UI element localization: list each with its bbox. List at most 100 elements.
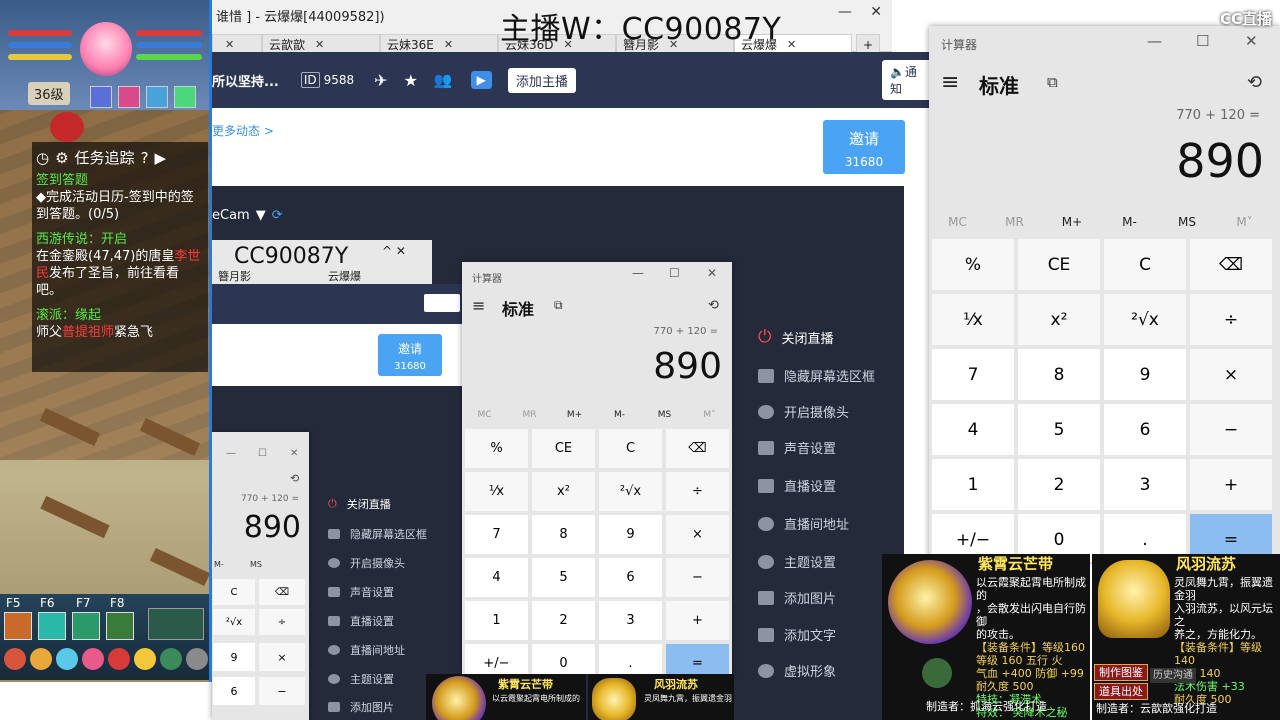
pagoda-icon[interactable] bbox=[148, 608, 204, 640]
calc-key-multiply: × bbox=[665, 514, 730, 555]
calc-key-clear-entry[interactable]: CE bbox=[1017, 238, 1101, 291]
buff-icon[interactable] bbox=[118, 86, 140, 108]
minimize-button[interactable]: — bbox=[1147, 32, 1162, 50]
plane-icon[interactable]: ✈ bbox=[374, 71, 387, 90]
menu-sound[interactable]: 声音设置 bbox=[758, 438, 836, 457]
action-icon[interactable] bbox=[82, 648, 104, 670]
task-title[interactable]: 滚派：缘起 bbox=[36, 307, 204, 324]
refresh-icon[interactable]: ⟳ bbox=[272, 208, 283, 223]
notification-icon[interactable] bbox=[108, 648, 130, 670]
buff-icon[interactable] bbox=[146, 86, 168, 108]
memory-list-button[interactable]: M˅ bbox=[1216, 212, 1273, 232]
character-avatar[interactable] bbox=[80, 22, 132, 76]
group-icon[interactable]: 👥 bbox=[434, 71, 453, 89]
memory-subtract-button[interactable]: M- bbox=[1101, 212, 1158, 232]
calc-key-subtract[interactable]: − bbox=[1189, 403, 1273, 456]
calc-key-square-root: ²√x bbox=[598, 471, 663, 512]
calc-key-six[interactable]: 6 bbox=[1103, 403, 1187, 456]
memory-store-button[interactable]: MS bbox=[1158, 212, 1216, 232]
clock-icon[interactable]: ◷ bbox=[36, 149, 49, 167]
skill-slot-f8[interactable] bbox=[106, 612, 134, 640]
calc-key-three[interactable]: 3 bbox=[1103, 458, 1187, 511]
sliders-icon bbox=[328, 616, 340, 626]
close-icon[interactable]: ✕ bbox=[225, 38, 234, 51]
task-tracker-header: ◷ ⚙ 任务追踪 ? ▶ bbox=[36, 144, 204, 172]
skill-slot-f6[interactable] bbox=[38, 612, 66, 640]
buff-icon[interactable] bbox=[174, 86, 196, 108]
close-button[interactable]: ✕ bbox=[1245, 32, 1258, 50]
skill-slot-f7[interactable] bbox=[72, 612, 100, 640]
maximize-button[interactable]: ☐ bbox=[1196, 32, 1209, 50]
new-tab-button[interactable]: + bbox=[856, 34, 880, 54]
add-anchor-button[interactable]: 添加主播 bbox=[507, 67, 576, 93]
menu-live-settings[interactable]: 直播设置 bbox=[758, 476, 836, 495]
hamburger-menu-button[interactable]: ≡ bbox=[941, 70, 959, 95]
minimize-icon[interactable]: — bbox=[838, 4, 852, 20]
close-icon[interactable]: ✕ bbox=[787, 38, 796, 51]
task-title[interactable]: 签到答题 bbox=[36, 172, 204, 189]
keep-on-top-button[interactable]: ⧉ bbox=[1047, 73, 1058, 91]
calc-key-eight[interactable]: 8 bbox=[1017, 348, 1101, 401]
menu-add-text[interactable]: 添加文字 bbox=[758, 625, 836, 644]
item-source-button[interactable]: 道具出处 bbox=[1094, 683, 1148, 700]
calc-key-two[interactable]: 2 bbox=[1017, 458, 1101, 511]
action-icon[interactable] bbox=[186, 648, 208, 670]
menu-theme[interactable]: 主题设置 bbox=[758, 552, 836, 571]
calc-key-nine[interactable]: 9 bbox=[1103, 348, 1187, 401]
calc-key-one[interactable]: 1 bbox=[931, 458, 1015, 511]
memory-add-button[interactable]: M+ bbox=[1043, 212, 1101, 232]
gear-icon[interactable]: ⚙ bbox=[55, 149, 68, 167]
calc-key-square-root[interactable]: ²√x bbox=[1103, 293, 1187, 346]
close-icon[interactable]: ✕ bbox=[870, 4, 882, 20]
help-icon[interactable]: ? bbox=[141, 149, 149, 167]
action-icon[interactable] bbox=[4, 648, 26, 670]
tab-prev[interactable]: ✕ bbox=[212, 34, 262, 54]
history-button[interactable]: 历史沟通 bbox=[1150, 668, 1196, 683]
nested-white: 邀请 31680 bbox=[212, 324, 462, 386]
collapse-icon[interactable]: ▶ bbox=[155, 149, 167, 167]
calc-key-reciprocal[interactable]: ¹⁄x bbox=[931, 293, 1015, 346]
task-npc-link[interactable]: 普提祖师 bbox=[62, 325, 114, 340]
history-button[interactable]: ⟲ bbox=[1247, 72, 1262, 93]
calc-result: 890 bbox=[653, 346, 722, 387]
menu-avatar[interactable]: 虚拟形象 bbox=[758, 661, 836, 680]
source-select[interactable]: eCam ▼ ⟳ bbox=[212, 208, 283, 223]
camera-icon[interactable]: ▶ bbox=[470, 71, 492, 89]
task-title[interactable]: 西游传说：开启 bbox=[36, 231, 204, 248]
notify-button[interactable]: 🔈通知 bbox=[882, 60, 932, 100]
craft-guide-button[interactable]: 制作图鉴 bbox=[1094, 664, 1148, 681]
tab-1[interactable]: 云歆歆 ✕ bbox=[262, 34, 380, 54]
calc-key-five[interactable]: 5 bbox=[1017, 403, 1101, 456]
calc-key-seven[interactable]: 7 bbox=[931, 348, 1015, 401]
speaker-icon bbox=[758, 440, 774, 455]
menu-close-stream[interactable]: ⏻ 关闭直播 bbox=[758, 327, 833, 347]
dynamic-link[interactable]: 更多动态 > bbox=[212, 122, 274, 139]
calc-key-clear[interactable]: C bbox=[1103, 238, 1187, 291]
menu-camera[interactable]: 开启摄像头 bbox=[758, 402, 849, 421]
close-icon[interactable]: ✕ bbox=[315, 38, 324, 51]
close-icon[interactable]: ✕ bbox=[444, 38, 453, 51]
skill-slot-f5[interactable] bbox=[4, 612, 32, 640]
calc-key-multiply[interactable]: × bbox=[1189, 348, 1273, 401]
calc-key-divide[interactable]: ÷ bbox=[1189, 293, 1273, 346]
memory-clear-button[interactable]: MC bbox=[929, 212, 986, 232]
invite-button[interactable]: 邀请 31680 bbox=[823, 120, 905, 174]
calc-key-backspace[interactable]: ⌫ bbox=[1189, 238, 1273, 291]
nested-menu-image: 添加图片 bbox=[328, 699, 394, 715]
action-icon[interactable] bbox=[56, 648, 78, 670]
action-icon[interactable] bbox=[30, 648, 52, 670]
calc-key-percent[interactable]: % bbox=[931, 238, 1015, 291]
tab-2[interactable]: 云妹36E ✕ bbox=[380, 34, 498, 54]
buff-icon[interactable] bbox=[90, 86, 112, 108]
calc-key-add[interactable]: + bbox=[1189, 458, 1273, 511]
menu-hide-region[interactable]: 隐藏屏幕选区框 bbox=[758, 366, 875, 385]
action-icon[interactable] bbox=[160, 648, 182, 670]
memory-recall-button[interactable]: MR bbox=[986, 212, 1043, 232]
menu-room-address[interactable]: 直播间地址 bbox=[758, 514, 849, 533]
smile-icon[interactable] bbox=[134, 648, 156, 670]
menu-add-image[interactable]: 添加图片 bbox=[758, 588, 836, 607]
calc-key-four[interactable]: 4 bbox=[931, 403, 1015, 456]
calc-key: C bbox=[212, 578, 256, 606]
star-icon[interactable]: ★ bbox=[404, 71, 418, 90]
calc-key-square[interactable]: x² bbox=[1017, 293, 1101, 346]
